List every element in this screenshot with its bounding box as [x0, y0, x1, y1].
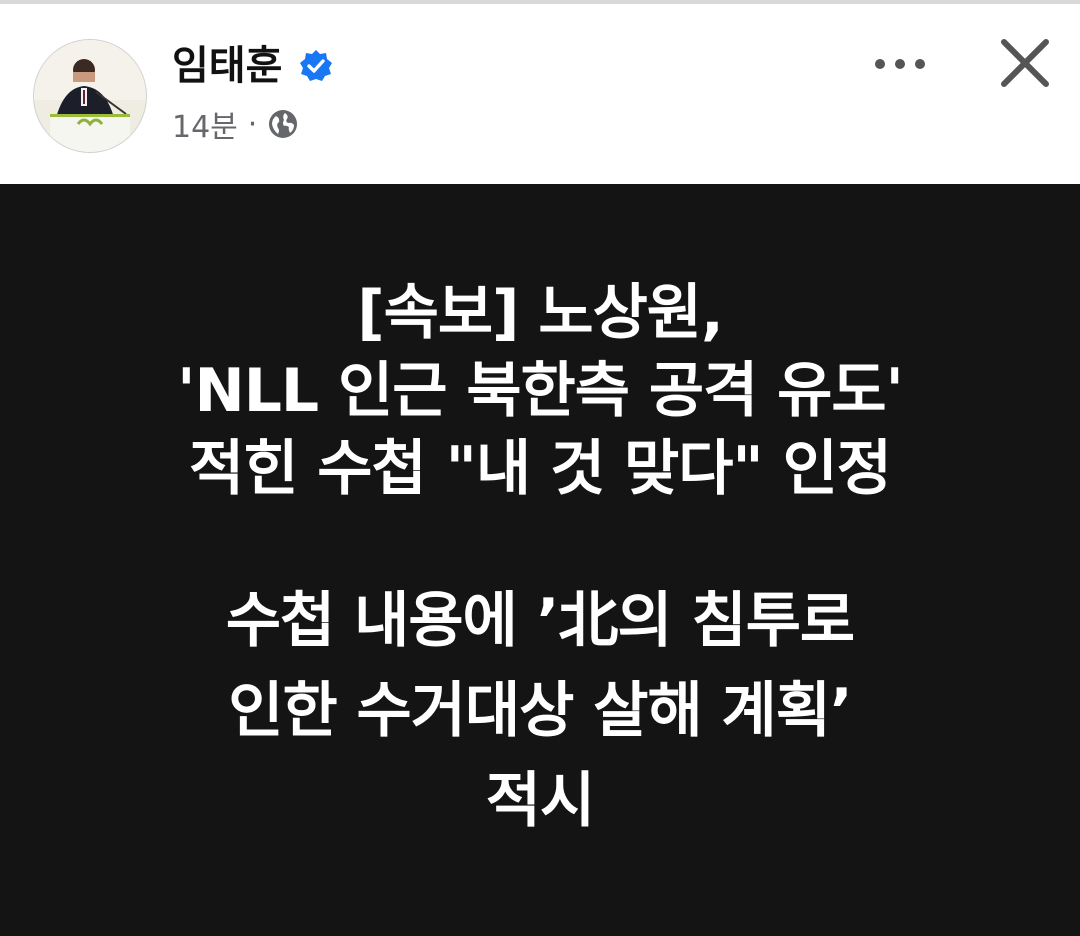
meta-separator: · [247, 106, 258, 142]
avatar-photo [34, 40, 146, 152]
avatar[interactable] [34, 40, 146, 152]
more-options-button[interactable] [870, 44, 930, 84]
subheadline-line: 수첩 내용에 ’北의 침투로 [225, 586, 855, 656]
post-image[interactable]: [속보] 노상원, 'NLL 인근 북한측 공격 유도' 적힌 수첩 "내 것 … [0, 184, 1080, 936]
author-name[interactable]: 임태훈 [172, 40, 282, 92]
close-button[interactable] [996, 34, 1054, 92]
headline: [속보] 노상원, 'NLL 인근 북한측 공격 유도' 적힌 수첩 "내 것 … [0, 274, 1080, 508]
post-meta: 14분 · [172, 102, 299, 146]
subheadline-line: 적시 [485, 766, 595, 836]
verified-badge-icon [300, 50, 332, 81]
headline-line: [속보] 노상원, [357, 278, 724, 348]
more-options-icon [875, 59, 925, 69]
globe-icon[interactable] [267, 108, 299, 140]
subheadline-line: 인한 수거대상 살해 계획’ [228, 676, 852, 746]
post-header: 임태훈 14분 · [0, 4, 1080, 184]
close-icon [1001, 39, 1049, 87]
post-time[interactable]: 14분 [172, 102, 238, 146]
headline-line: 적힌 수첩 "내 것 맞다" 인정 [189, 434, 892, 504]
headline-line: 'NLL 인근 북한측 공격 유도' [177, 356, 904, 426]
subheadline: 수첩 내용에 ’北의 침투로 인한 수거대상 살해 계획’ 적시 [0, 576, 1080, 846]
